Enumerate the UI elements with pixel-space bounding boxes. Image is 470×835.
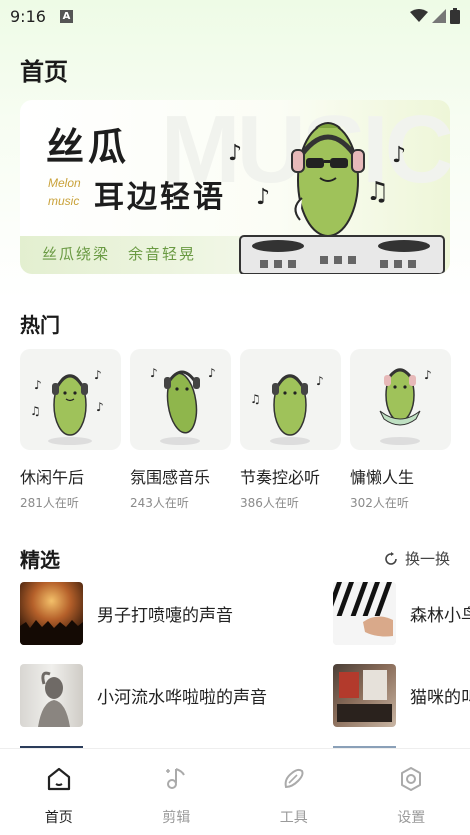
hot-card-listeners: 386人在听 [240, 496, 299, 510]
hot-card[interactable]: ♪ ♪ 氛围感音乐 243人在听 [130, 349, 231, 511]
hot-list: ♪ ♪ ♪ ♫ 休闲午后 281人在听 ♪ ♪ 氛围感音乐 243人在听 ♪ ♫… [20, 349, 451, 511]
banner-brand: Melon music [48, 174, 81, 210]
hot-card-thumbnail: ♪ ♪ ♪ ♫ [20, 349, 121, 450]
svg-text:♪: ♪ [96, 400, 104, 414]
banner-slogan: 丝瓜绕梁 余音轻晃 [42, 243, 196, 264]
nav-label-settings: 设置 [397, 810, 426, 826]
svg-text:♫: ♫ [250, 392, 261, 406]
record-shop-image [337, 670, 392, 722]
nav-item-tools[interactable]: 工具 [235, 749, 353, 835]
svg-text:♪: ♪ [150, 366, 158, 380]
hot-card-thumbnail: ♪ [350, 349, 451, 450]
dj-loofah-illustration: ♪ ♪ ♪ ♫ [228, 122, 445, 274]
banner-slogan-part1: 丝瓜绕梁 [42, 245, 111, 263]
svg-text:♪: ♪ [94, 368, 102, 382]
svg-text:♪: ♪ [424, 368, 432, 382]
refresh-label: 换一换 [404, 550, 450, 568]
status-indicators [410, 8, 460, 24]
hot-card[interactable]: ♪ ♫ 节奏控必听 386人在听 [240, 349, 341, 511]
status-time: 9:16 [10, 6, 46, 26]
nav-label-tools: 工具 [279, 810, 308, 826]
banner-brand-line1: Melon [48, 176, 81, 190]
hot-card-title: 氛围感音乐 [130, 468, 211, 487]
loofah-ballet-illustration: ♪ [379, 368, 432, 445]
featured-item-thumbnail [333, 664, 396, 727]
svg-text:♪: ♪ [34, 378, 42, 392]
hot-card[interactable]: ♪ 慵懒人生 302人在听 [350, 349, 451, 511]
hot-card-title: 休闲午后 [20, 468, 85, 487]
hot-section-title: 热门 [20, 313, 60, 337]
featured-item[interactable]: 森林小鸟 [333, 582, 470, 645]
nav-label-home: 首页 [44, 810, 73, 826]
music-note-icon [166, 768, 186, 789]
notification-icon: A [59, 9, 73, 23]
banner-title-line1: 丝瓜 [46, 125, 131, 169]
page-title: 首页 [20, 58, 68, 86]
nav-item-edit[interactable]: 剪辑 [118, 749, 236, 835]
featured-item-title: 男子打喷嚏的声音 [97, 606, 233, 626]
bottom-navigation: 首页 剪辑 工具 设置 [0, 748, 470, 835]
svg-text:♫: ♫ [366, 177, 389, 207]
status-bar: 9:16 A [0, 0, 470, 32]
banner[interactable]: MUSIC 丝瓜 Melon music 耳边轻语 丝瓜绕梁余音轻晃 ♪ ♪ ♪… [20, 100, 450, 274]
hot-card-title: 慵懒人生 [350, 468, 415, 487]
hot-card-title: 节奏控必听 [240, 468, 321, 487]
concert-crowd-image [20, 620, 83, 645]
featured-item[interactable]: 猫咪的叫 [333, 664, 470, 727]
featured-item-title: 猫咪的叫 [410, 688, 470, 708]
nav-label-edit: 剪辑 [162, 810, 191, 826]
nav-item-settings[interactable]: 设置 [353, 749, 470, 835]
hot-card-listeners: 302人在听 [350, 496, 409, 510]
featured-section-title: 精选 [20, 548, 60, 572]
battery-icon [450, 8, 460, 24]
svg-text:♫: ♫ [30, 404, 41, 418]
svg-text:♪: ♪ [256, 185, 270, 210]
hot-card-listeners: 243人在听 [130, 496, 189, 510]
svg-text:♪: ♪ [208, 366, 216, 380]
loofah-icon [284, 768, 304, 789]
featured-item-thumbnail [20, 664, 83, 727]
person-silhouette-image [38, 671, 70, 727]
banner-brand-line2: music [48, 194, 80, 208]
hot-card[interactable]: ♪ ♪ ♪ ♫ 休闲午后 281人在听 [20, 349, 121, 511]
settings-icon [401, 767, 422, 791]
hot-card-thumbnail: ♪ ♪ [130, 349, 231, 450]
svg-text:♪: ♪ [316, 374, 324, 388]
featured-item-title: 森林小鸟 [410, 606, 470, 626]
refresh-button[interactable]: 换一换 [383, 548, 450, 569]
featured-item[interactable]: 小河流水哗啦啦的声音 [20, 664, 267, 727]
loofah-dancing-illustration: ♪ ♪ [150, 366, 216, 445]
svg-text:♪: ♪ [392, 143, 406, 168]
hot-card-thumbnail: ♪ ♫ [240, 349, 341, 450]
piano-keys-image [333, 582, 396, 645]
refresh-icon [385, 551, 397, 565]
loofah-rhythm-illustration: ♪ ♫ [250, 374, 324, 445]
wifi-icon [410, 9, 428, 22]
featured-item-title: 小河流水哗啦啦的声音 [97, 688, 267, 708]
banner-title-line2: 耳边轻语 [94, 180, 226, 215]
banner-slogan-part2: 余音轻晃 [128, 245, 197, 263]
hot-card-listeners: 281人在听 [20, 496, 79, 510]
loofah-listening-illustration: ♪ ♪ ♪ ♫ [30, 368, 104, 445]
svg-text:♪: ♪ [228, 141, 242, 166]
featured-item[interactable]: 男子打喷嚏的声音 [20, 582, 233, 645]
cellular-signal-icon [432, 9, 446, 23]
featured-item-thumbnail [333, 582, 396, 645]
featured-item-thumbnail [20, 582, 83, 645]
home-icon [47, 767, 70, 791]
nav-item-home[interactable]: 首页 [0, 749, 118, 835]
